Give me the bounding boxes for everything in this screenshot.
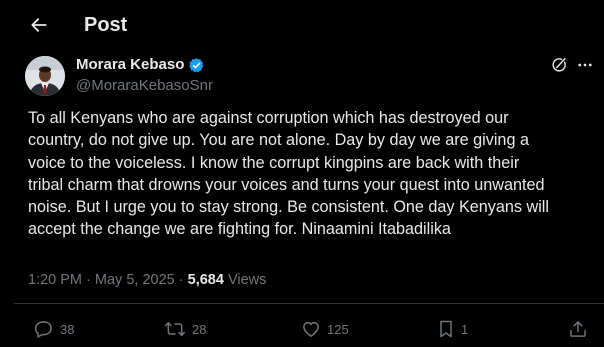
- post-date[interactable]: May 5, 2025: [95, 272, 175, 288]
- like-button[interactable]: 125: [301, 318, 349, 340]
- repost-icon: [164, 319, 186, 339]
- meta-separator: ·: [178, 272, 184, 288]
- post-header: Post: [0, 0, 604, 50]
- divider: [14, 303, 604, 304]
- reply-button[interactable]: 38: [34, 318, 74, 340]
- verified-badge-icon: [188, 57, 205, 74]
- reply-icon: [34, 319, 54, 339]
- grok-button[interactable]: [548, 54, 570, 76]
- reply-count: 38: [60, 321, 75, 337]
- avatar[interactable]: [25, 56, 65, 96]
- views-count: 5,684: [187, 272, 224, 288]
- views-label: Views: [227, 272, 267, 288]
- share-icon: [568, 319, 588, 339]
- more-button[interactable]: [574, 54, 596, 76]
- post-meta: 1:20 PM · May 5, 2025 · 5,684 Views: [28, 271, 266, 289]
- bookmark-icon: [437, 319, 455, 339]
- back-button[interactable]: [26, 12, 52, 38]
- bookmark-count: 1: [461, 321, 469, 337]
- repost-count: 28: [192, 321, 207, 337]
- post-time[interactable]: 1:20 PM: [28, 272, 82, 288]
- more-icon: [576, 56, 594, 74]
- author-handle[interactable]: @MoraraKebasoSnr: [76, 77, 213, 95]
- repost-button[interactable]: 28: [164, 318, 206, 340]
- page-title: Post: [84, 14, 128, 36]
- meta-separator: ·: [86, 272, 91, 288]
- post-text: To all Kenyans who are against corruptio…: [28, 109, 549, 239]
- bookmark-button[interactable]: 1: [437, 318, 468, 340]
- author-name[interactable]: Morara Kebaso: [76, 56, 205, 74]
- author-name-text: Morara Kebaso: [76, 56, 185, 73]
- grok-icon: [550, 56, 568, 74]
- like-count: 125: [327, 321, 349, 337]
- heart-icon: [301, 319, 321, 339]
- share-button[interactable]: [568, 318, 588, 340]
- arrow-left-icon: [29, 15, 49, 35]
